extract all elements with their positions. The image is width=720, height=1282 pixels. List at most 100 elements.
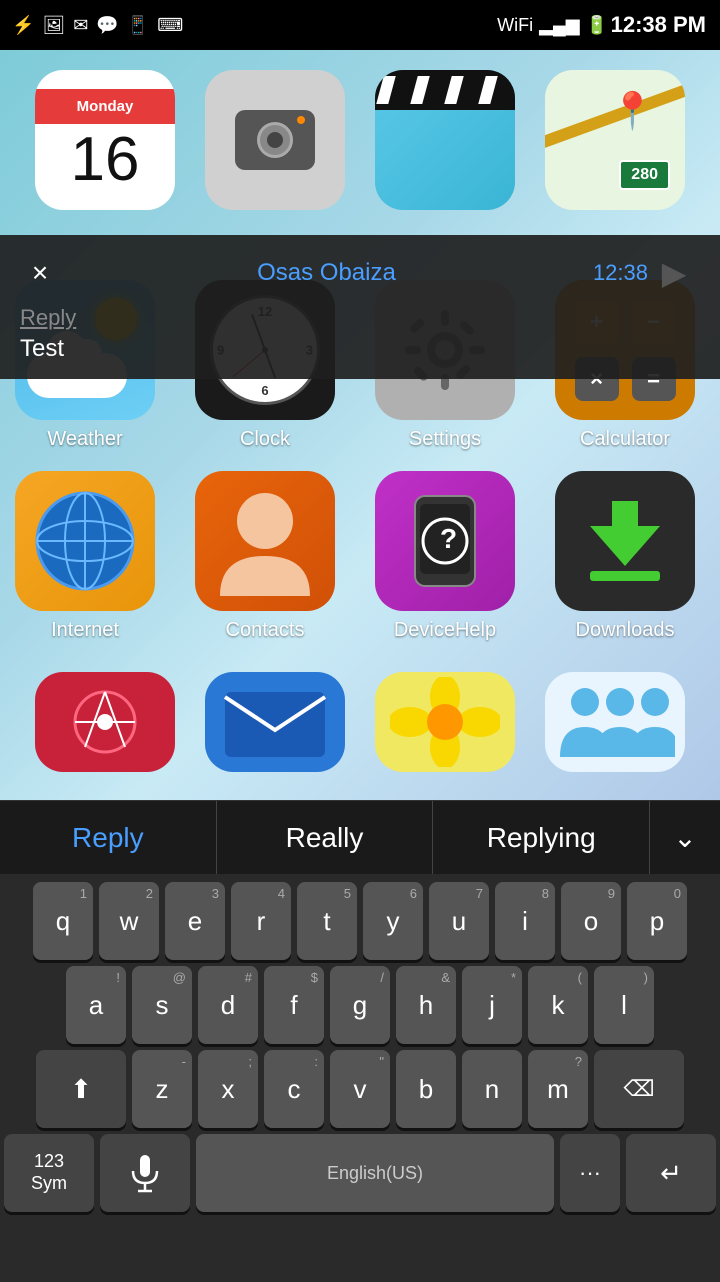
key-w[interactable]: 2w xyxy=(99,882,159,960)
key-u[interactable]: 7u xyxy=(429,882,489,960)
microphone-key[interactable] xyxy=(100,1134,190,1212)
autocorrect-replying[interactable]: Replying xyxy=(433,801,650,874)
key-c[interactable]: :c xyxy=(264,1050,324,1128)
notification-sender: Osas Obaiza xyxy=(60,259,593,287)
key-z[interactable]: -z xyxy=(132,1050,192,1128)
key-l[interactable]: )l xyxy=(594,966,654,1044)
maps-pin: 📍 xyxy=(610,90,655,132)
svg-text:?: ? xyxy=(440,523,457,554)
autocorrect-reply[interactable]: Reply xyxy=(0,801,217,874)
app-devicehelp[interactable]: ? DeviceHelp xyxy=(370,471,520,642)
key-q[interactable]: 1q xyxy=(33,882,93,960)
maps-icon: 280 📍 xyxy=(545,70,685,210)
backspace-key[interactable]: ⌫ xyxy=(594,1050,684,1128)
notification-message: Test xyxy=(20,335,700,363)
key-a[interactable]: !a xyxy=(66,966,126,1044)
app-maps[interactable]: 280 📍 xyxy=(540,70,690,250)
notification-reply-placeholder[interactable]: Reply xyxy=(20,305,700,331)
downloads-icon xyxy=(555,471,695,611)
autocorrect-really[interactable]: Really xyxy=(217,801,434,874)
camera-icon xyxy=(205,70,345,210)
autocorrect-expand-button[interactable]: ⌄ xyxy=(650,801,720,874)
app-contacts[interactable]: Contacts xyxy=(190,471,340,642)
app-internet[interactable]: Internet xyxy=(10,471,160,642)
calculator-label: Calculator xyxy=(580,428,670,451)
key-v[interactable]: "v xyxy=(330,1050,390,1128)
weather-label: Weather xyxy=(47,428,122,451)
calendar-icon: Monday 16 xyxy=(35,70,175,210)
notification-send-button[interactable]: ▶ xyxy=(648,251,700,295)
network-icon xyxy=(35,672,175,772)
key-x[interactable]: ;x xyxy=(198,1050,258,1128)
phone-icon: 📱 xyxy=(127,15,149,36)
keyboard-row-2: !a @s #d $f /g &h *j (k )l xyxy=(4,966,716,1044)
numbers-sym-key[interactable]: 123Sym xyxy=(4,1134,94,1212)
status-icons-left: ⚡ 🖼 ✉ 💬 📱 ⌨ xyxy=(12,15,183,36)
video-icon xyxy=(375,70,515,210)
contacts-icon xyxy=(195,471,335,611)
key-p[interactable]: 0p xyxy=(627,882,687,960)
keyboard-row-3: ⬆ -z ;x :c "v b n ?m ⌫ xyxy=(4,1050,716,1128)
key-o[interactable]: 9o xyxy=(561,882,621,960)
key-m[interactable]: ?m xyxy=(528,1050,588,1128)
key-h[interactable]: &h xyxy=(396,966,456,1044)
battery-icon: 🔋 xyxy=(586,15,608,36)
app-network[interactable] xyxy=(30,672,180,772)
email-icon: ✉ xyxy=(73,15,88,36)
app-calendar[interactable]: Monday 16 xyxy=(30,70,180,250)
download-svg xyxy=(570,486,680,596)
key-e[interactable]: 3e xyxy=(165,882,225,960)
send-arrow-icon: ▶ xyxy=(662,254,687,292)
key-d[interactable]: #d xyxy=(198,966,258,1044)
shift-key[interactable]: ⬆ xyxy=(36,1050,126,1128)
clock-label: Clock xyxy=(240,428,290,451)
space-key[interactable]: English(US) xyxy=(196,1134,554,1212)
app-mail[interactable] xyxy=(200,672,350,772)
app-video[interactable] xyxy=(370,70,520,250)
notification-input-row: Reply xyxy=(20,305,700,331)
chat-icon: 💬 xyxy=(96,15,118,36)
signal-icon: ▂▄▆ xyxy=(539,15,579,36)
notification-time: 12:38 xyxy=(593,260,648,286)
key-j[interactable]: *j xyxy=(462,966,522,1044)
key-g[interactable]: /g xyxy=(330,966,390,1044)
keyboard-icon: ⌨ xyxy=(157,15,183,36)
app-gallery[interactable] xyxy=(370,672,520,772)
enter-key[interactable]: ↵ xyxy=(626,1134,716,1212)
gallery-icon xyxy=(375,672,515,772)
status-bar: ⚡ 🖼 ✉ 💬 📱 ⌨ WiFi ▂▄▆ 🔋 12:38 PM xyxy=(0,0,720,50)
notification-header: × Osas Obaiza 12:38 ▶ xyxy=(20,251,700,295)
key-r[interactable]: 4r xyxy=(231,882,291,960)
key-f[interactable]: $f xyxy=(264,966,324,1044)
key-s[interactable]: @s xyxy=(132,966,192,1044)
notification-close-button[interactable]: × xyxy=(20,253,60,293)
notification-popup: × Osas Obaiza 12:38 ▶ Reply Test xyxy=(0,235,720,379)
key-t[interactable]: 5t xyxy=(297,882,357,960)
key-i[interactable]: 8i xyxy=(495,882,555,960)
internet-label: Internet xyxy=(51,619,119,642)
internet-icon xyxy=(15,471,155,611)
app-family[interactable] xyxy=(540,672,690,772)
devicehelp-icon: ? xyxy=(375,471,515,611)
maps-highway-label: 280 xyxy=(619,160,670,190)
key-k[interactable]: (k xyxy=(528,966,588,1044)
image-icon: 🖼 xyxy=(42,15,65,36)
key-y[interactable]: 6y xyxy=(363,882,423,960)
calendar-day: 16 xyxy=(71,129,140,191)
microphone-icon xyxy=(130,1153,160,1193)
apps-top-row: Monday 16 xyxy=(0,50,720,260)
apps-bottom-row xyxy=(0,662,720,782)
status-time: 12:38 PM xyxy=(611,12,706,38)
key-b[interactable]: b xyxy=(396,1050,456,1128)
app-downloads[interactable]: Downloads xyxy=(550,471,700,642)
wifi-icon: WiFi xyxy=(497,15,533,36)
dots-key[interactable]: ··· xyxy=(560,1134,620,1212)
contacts-label: Contacts xyxy=(226,619,305,642)
mail-icon xyxy=(205,672,345,772)
calendar-month: Monday xyxy=(35,89,175,124)
downloads-label: Downloads xyxy=(576,619,675,642)
key-n[interactable]: n xyxy=(462,1050,522,1128)
person-svg xyxy=(215,486,315,596)
app-camera[interactable] xyxy=(200,70,350,250)
keyboard-row-1: 1q 2w 3e 4r 5t 6y 7u 8i 9o 0p xyxy=(4,882,716,960)
